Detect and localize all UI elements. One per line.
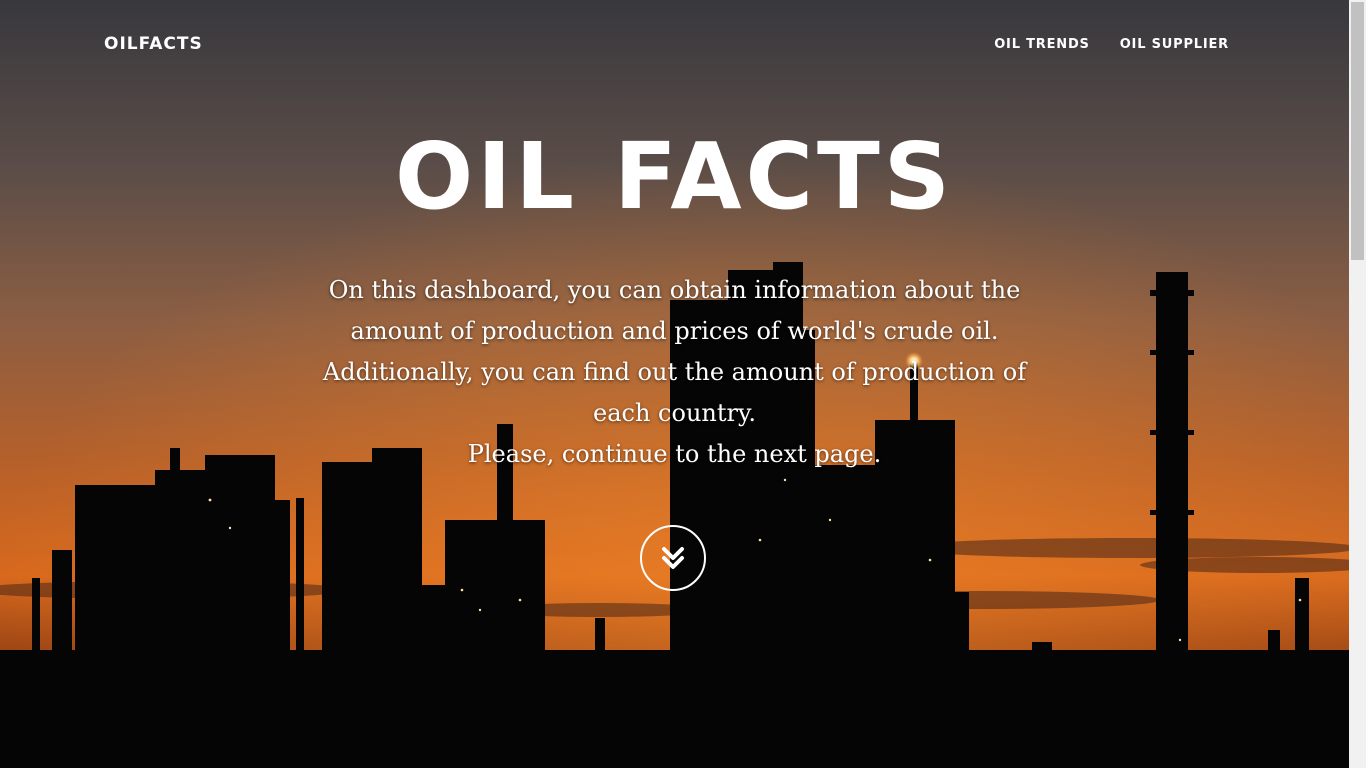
page: OILFACTS OIL TRENDS OIL SUPPLIER OIL FAC… — [0, 0, 1366, 768]
hero-call-to-action: Please, continue to the next page. — [467, 440, 882, 468]
hero-section: OIL FACTS On this dashboard, you can obt… — [0, 118, 1349, 475]
brand-logo-link[interactable]: OILFACTS — [104, 34, 203, 54]
hero-description-block: On this dashboard, you can obtain inform… — [315, 270, 1035, 475]
scrollbar-thumb[interactable] — [1351, 2, 1364, 260]
vertical-scrollbar[interactable] — [1349, 0, 1366, 768]
nav-links: OIL TRENDS OIL SUPPLIER — [994, 37, 1229, 52]
hero-title: OIL FACTS — [394, 123, 955, 230]
scroll-down-button[interactable] — [640, 525, 706, 591]
nav-link-oil-supplier[interactable]: OIL SUPPLIER — [1120, 37, 1229, 52]
top-navbar: OILFACTS OIL TRENDS OIL SUPPLIER — [0, 0, 1349, 90]
chevron-double-down-icon — [660, 545, 686, 571]
hero-description: On this dashboard, you can obtain inform… — [322, 276, 1027, 427]
nav-link-oil-trends[interactable]: OIL TRENDS — [994, 37, 1090, 52]
